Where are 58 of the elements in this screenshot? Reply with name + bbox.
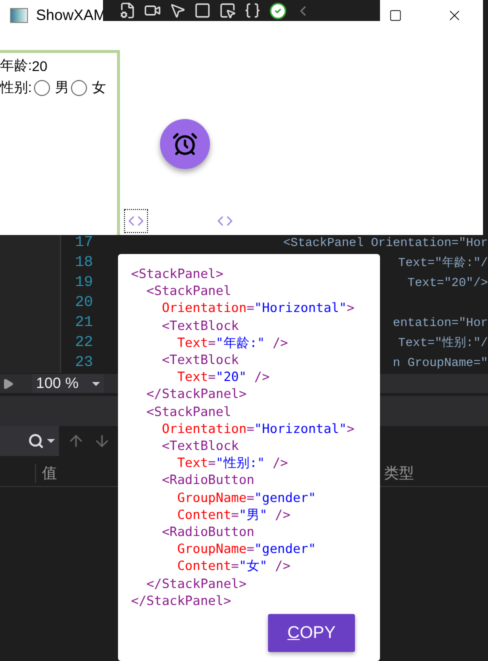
code-line: GroupName="gender" [176,541,317,558]
line-number: 20 [74,293,93,313]
line-number: 22 [74,333,93,353]
pointer-box-icon[interactable] [219,2,236,19]
arrow-down-icon[interactable] [93,432,111,450]
code-line: Text="年龄:"/ [398,255,488,272]
settings-list-icon[interactable] [119,2,136,19]
maximize-icon [388,8,402,22]
code-line: Text="20"/> [408,275,488,292]
line-number: 19 [74,273,93,293]
code-line: <TextBlock [160,438,240,456]
radio-button[interactable] [34,80,50,96]
check-circle-icon[interactable] [269,2,287,20]
alarm-button[interactable] [160,119,210,169]
code-line: entation="Hor [392,315,488,332]
square-icon[interactable] [194,2,211,19]
code-line: </StackPanel> [145,386,248,404]
zoom-dropdown[interactable]: 100 % [32,374,104,393]
code-line: </StackPanel> [145,576,248,593]
age-value: 20 [32,58,48,74]
braces-icon[interactable] [244,2,261,19]
line-number: 21 [74,313,93,333]
code-line: Text="性别:" /> [176,455,290,472]
line-number: 18 [74,253,93,273]
search-dropdown[interactable] [0,426,59,456]
code-line: Orientation="Horizontal"> [160,300,356,318]
age-label: 年龄: [0,57,32,75]
column-header: 值 [35,464,57,482]
code-line: <TextBlock [160,352,240,370]
code-line: Content="男" /> [176,506,292,524]
line-number: 17 [74,233,93,253]
code-line: <StackPanel> [131,266,224,284]
radio-button[interactable] [70,80,87,96]
code-line: <StackPanel Orientation="Hor [283,235,488,252]
code-line: n GroupName=" [392,355,488,372]
copy-button[interactable]: COPY [268,614,355,652]
code-line: <StackPanel [145,283,232,300]
code-line: GroupName="gender" [176,490,317,507]
radio-label[interactable]: 女 [92,79,106,97]
code-line: <StackPanel [145,404,232,421]
code-line: <RadioButton [160,524,256,542]
alarm-clock-icon [172,131,198,157]
code-line: Text="20" /> [176,369,271,386]
code-line: <TextBlock [160,318,240,335]
app-icon [10,8,28,22]
code-line: Text="年龄:" /> [176,334,290,352]
code-line: Text="性别:"/ [398,335,488,352]
pointer-icon[interactable] [169,2,186,19]
code-line: Orientation="Horizontal"> [160,420,356,438]
scroll-left-icon[interactable] [2,378,14,390]
gender-label: 性别: [0,79,32,97]
code-line: <RadioButton [160,472,256,490]
line-number: 23 [74,353,93,373]
code-line: Content="女" /> [176,558,292,576]
radio-label[interactable]: 男 [54,79,69,97]
search-icon [28,433,44,449]
code-button[interactable] [124,209,148,233]
code-line: </StackPanel> [131,592,232,610]
